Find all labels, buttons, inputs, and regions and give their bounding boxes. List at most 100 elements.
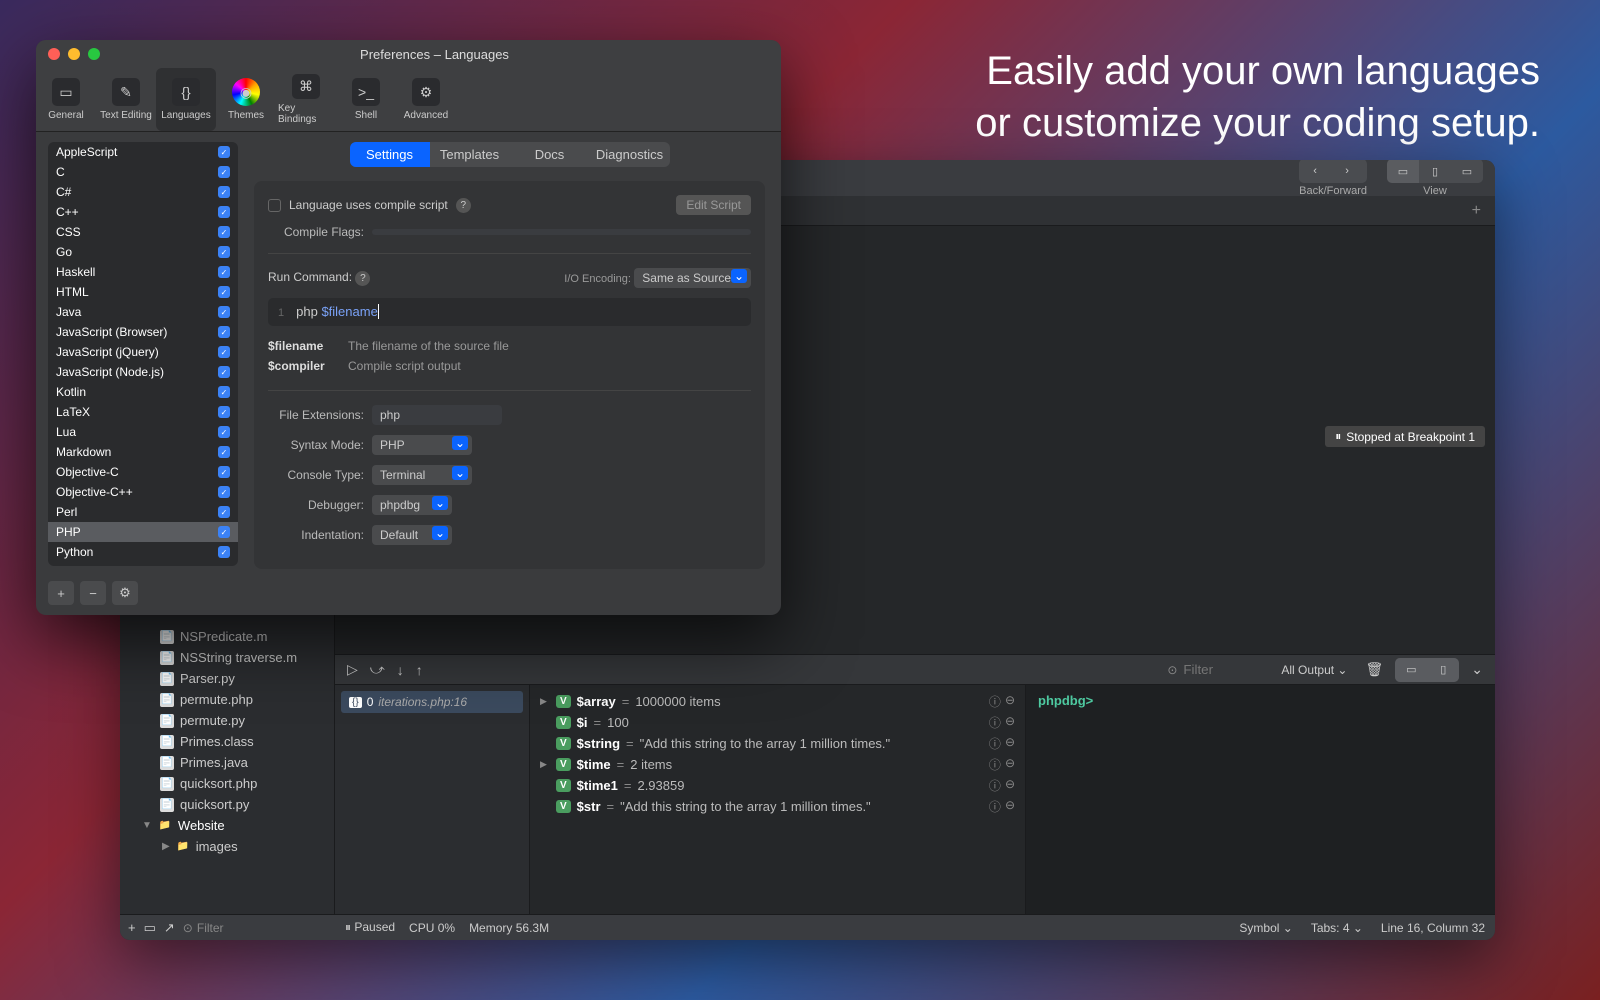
- language-item[interactable]: Ruby✓: [48, 562, 238, 566]
- close-button[interactable]: [48, 48, 60, 60]
- more-button[interactable]: ⌄: [1471, 661, 1483, 678]
- variable-row[interactable]: V$str = "Add this string to the array 1 …: [540, 796, 1015, 817]
- language-item[interactable]: Haskell✓: [48, 262, 238, 282]
- prefs-tab-themes[interactable]: ◉Themes: [216, 68, 276, 131]
- tabs-select[interactable]: Tabs: 4 ⌄: [1311, 921, 1363, 935]
- file-tree-item[interactable]: 📄NSString traverse.m: [120, 647, 334, 668]
- traffic-lights: [48, 48, 100, 60]
- open-button[interactable]: ↗: [164, 920, 175, 936]
- back-button[interactable]: ‹: [1299, 160, 1331, 183]
- new-tab-button[interactable]: +: [1458, 202, 1495, 220]
- prefs-tab-text-editing[interactable]: ✎Text Editing: [96, 68, 156, 131]
- console-type-select[interactable]: Terminal: [372, 465, 472, 485]
- file-tree-item[interactable]: 📄Parser.py: [120, 668, 334, 689]
- language-item[interactable]: Objective-C✓: [48, 462, 238, 482]
- variable-row[interactable]: V$time1 = 2.93859ⓘ⊖: [540, 775, 1015, 796]
- prefs-tab-shell[interactable]: >_Shell: [336, 68, 396, 131]
- zoom-button[interactable]: [88, 48, 100, 60]
- language-item[interactable]: C#✓: [48, 182, 238, 202]
- lang-tab-docs[interactable]: Docs: [510, 142, 590, 167]
- prefs-tab-advanced[interactable]: ⚙Advanced: [396, 68, 456, 131]
- filter-icon: ⊙: [183, 921, 193, 935]
- language-item[interactable]: Markdown✓: [48, 442, 238, 462]
- new-folder-button[interactable]: ▭: [144, 920, 156, 936]
- view-split-h-button[interactable]: ▯: [1419, 160, 1451, 183]
- file-tree-item[interactable]: 📄permute.py: [120, 710, 334, 731]
- prefs-tab-languages[interactable]: {}Languages: [156, 68, 216, 131]
- run-command-editor[interactable]: 1php $filename: [268, 298, 751, 326]
- language-item[interactable]: Java✓: [48, 302, 238, 322]
- nav-group: ‹ › Back/Forward: [1299, 160, 1367, 197]
- language-item[interactable]: LaTeX✓: [48, 402, 238, 422]
- output-select[interactable]: All Output ⌄: [1275, 663, 1353, 677]
- language-item[interactable]: AppleScript✓: [48, 142, 238, 162]
- debugger-select[interactable]: phpdbg: [372, 495, 452, 515]
- language-item[interactable]: Python✓: [48, 542, 238, 562]
- help-icon[interactable]: ?: [355, 271, 370, 286]
- language-item[interactable]: JavaScript (Node.js)✓: [48, 362, 238, 382]
- variable-row[interactable]: V$i = 100ⓘ⊖: [540, 712, 1015, 733]
- language-item[interactable]: Perl✓: [48, 502, 238, 522]
- continue-button[interactable]: ▷: [347, 661, 358, 678]
- indentation-select[interactable]: Default: [372, 525, 452, 545]
- prefs-tab-key-bindings[interactable]: ⌘Key Bindings: [276, 68, 336, 131]
- language-item[interactable]: Kotlin✓: [48, 382, 238, 402]
- debug-console[interactable]: phpdbg>: [1025, 685, 1495, 914]
- variable-row[interactable]: ▶V$time = 2 itemsⓘ⊖: [540, 754, 1015, 775]
- forward-button[interactable]: ›: [1331, 160, 1363, 183]
- step-out-button[interactable]: ↑: [416, 662, 423, 678]
- add-language-button[interactable]: +: [48, 581, 74, 605]
- pause-indicator[interactable]: ⏸ Paused: [345, 920, 395, 935]
- file-tree-item[interactable]: 📄permute.php: [120, 689, 334, 710]
- folder-item[interactable]: ▼📁Website: [120, 815, 334, 836]
- help-icon[interactable]: ?: [456, 198, 471, 213]
- io-encoding-select[interactable]: Same as Source: [634, 268, 751, 288]
- file-filter-input[interactable]: Filter: [197, 921, 224, 935]
- file-tree-item[interactable]: 📄NSPredicate.m: [120, 626, 334, 647]
- view-split-v-button[interactable]: ▭: [1451, 160, 1483, 183]
- language-item[interactable]: HTML✓: [48, 282, 238, 302]
- file-tree-item[interactable]: 📄quicksort.py: [120, 794, 334, 815]
- lang-tab-templates[interactable]: Templates: [430, 142, 510, 167]
- memory-indicator: Memory 56.3M: [469, 921, 549, 935]
- stack-frame[interactable]: {} 0 iterations.php:16: [341, 691, 523, 713]
- folder-item[interactable]: ▶📁images: [120, 836, 334, 857]
- panel-layout-1[interactable]: ▭: [1395, 658, 1427, 682]
- step-into-button[interactable]: ↓: [397, 662, 404, 678]
- file-tree-item[interactable]: 📄Primes.class: [120, 731, 334, 752]
- minimize-button[interactable]: [68, 48, 80, 60]
- language-settings-button[interactable]: ⚙: [112, 581, 138, 605]
- add-file-button[interactable]: +: [128, 920, 136, 935]
- compile-script-checkbox[interactable]: [268, 199, 281, 212]
- marketing-text: Easily add your own languages or customi…: [975, 45, 1540, 149]
- prefs-tab-general[interactable]: ▭General: [36, 68, 96, 131]
- lang-tab-settings[interactable]: Settings: [350, 142, 430, 167]
- edit-script-button[interactable]: Edit Script: [676, 195, 751, 215]
- language-item[interactable]: C++✓: [48, 202, 238, 222]
- language-settings-panel: Language uses compile script ? Edit Scri…: [254, 181, 765, 569]
- filter-icon: ⊙: [1167, 663, 1177, 677]
- language-item[interactable]: Go✓: [48, 242, 238, 262]
- file-tree-item[interactable]: 📄Primes.java: [120, 752, 334, 773]
- file-tree-item[interactable]: 📄quicksort.php: [120, 773, 334, 794]
- language-item[interactable]: Objective-C++✓: [48, 482, 238, 502]
- lang-tab-diagnostics[interactable]: Diagnostics: [590, 142, 670, 167]
- clear-button[interactable]: 🗑: [1365, 661, 1383, 678]
- symbol-select[interactable]: Symbol ⌄: [1239, 921, 1292, 935]
- debug-filter-input[interactable]: [1183, 662, 1263, 677]
- language-item[interactable]: JavaScript (jQuery)✓: [48, 342, 238, 362]
- compile-flags-input[interactable]: [372, 229, 751, 235]
- language-item[interactable]: Lua✓: [48, 422, 238, 442]
- view-single-button[interactable]: ▭: [1387, 160, 1419, 183]
- variable-row[interactable]: V$string = "Add this string to the array…: [540, 733, 1015, 754]
- panel-layout-2[interactable]: ▯: [1427, 658, 1459, 682]
- variable-row[interactable]: ▶V$array = 1000000 itemsⓘ⊖: [540, 691, 1015, 712]
- syntax-mode-select[interactable]: PHP: [372, 435, 472, 455]
- language-item[interactable]: JavaScript (Browser)✓: [48, 322, 238, 342]
- language-item[interactable]: C✓: [48, 162, 238, 182]
- file-extensions-input[interactable]: php: [372, 405, 502, 425]
- language-item[interactable]: PHP✓: [48, 522, 238, 542]
- step-over-button[interactable]: ⤻: [370, 661, 385, 678]
- remove-language-button[interactable]: −: [80, 581, 106, 605]
- language-item[interactable]: CSS✓: [48, 222, 238, 242]
